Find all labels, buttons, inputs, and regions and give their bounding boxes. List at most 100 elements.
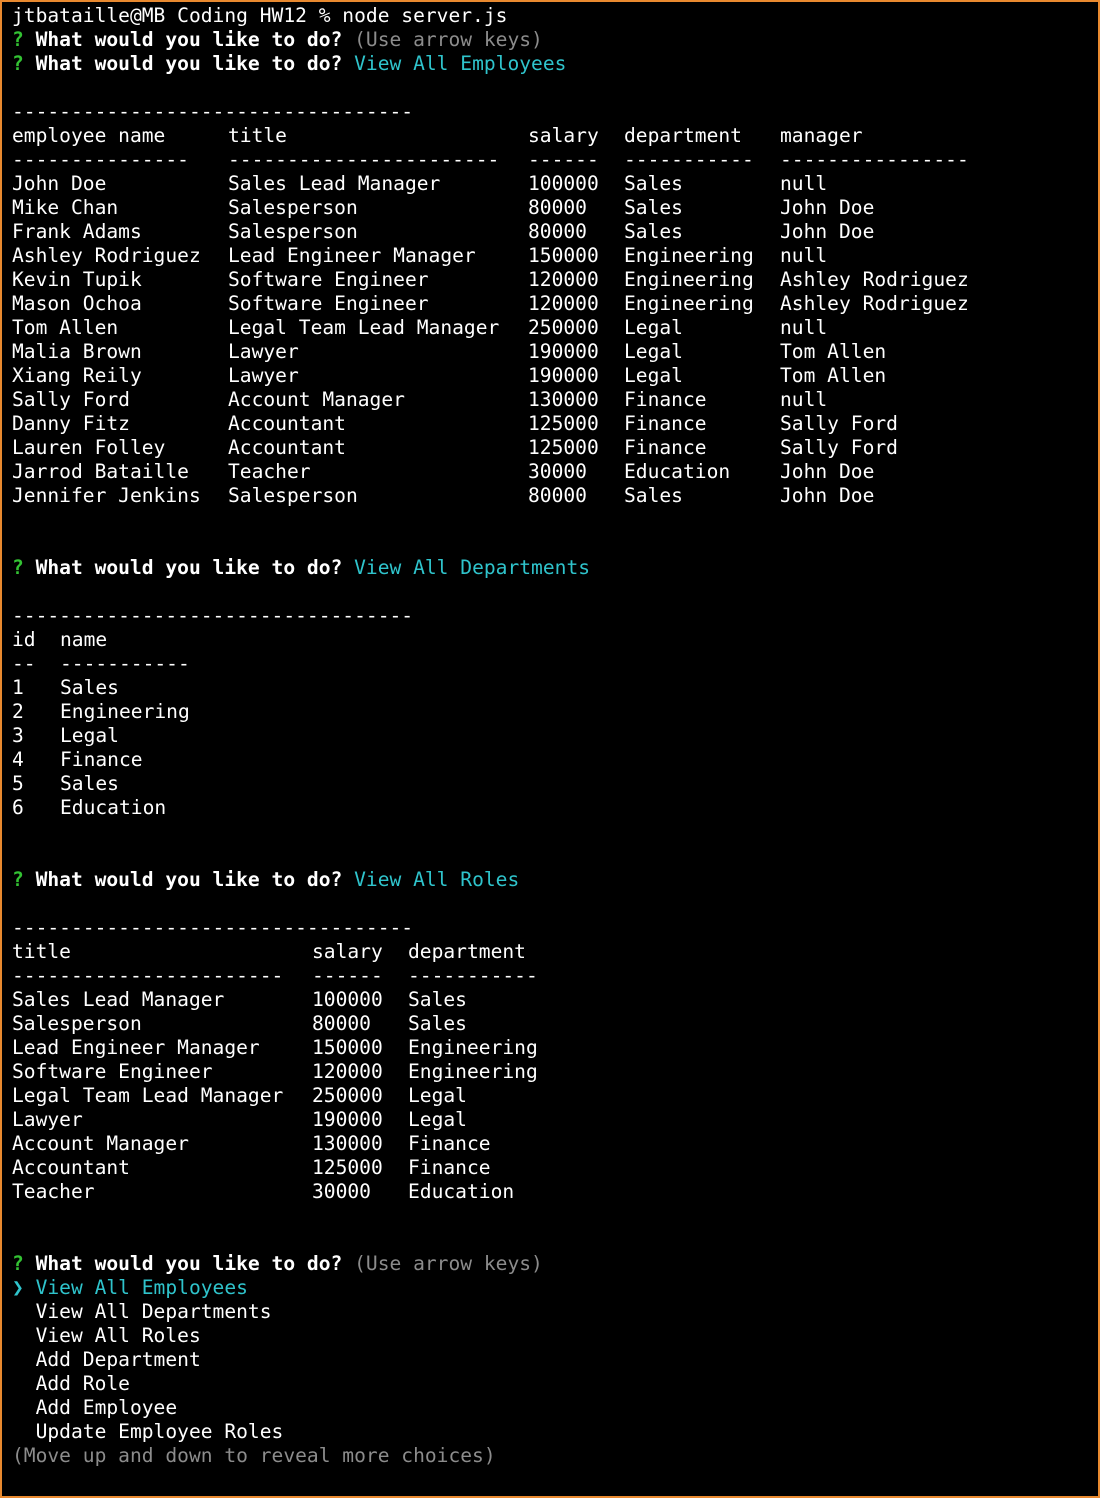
table-cell: Sales (624, 172, 683, 195)
table-row: 2 Engineering (12, 700, 1098, 724)
table-cell: manager (780, 124, 863, 147)
answer-text: View All Departments (354, 556, 591, 579)
table-cell: 190000 (312, 1108, 383, 1131)
table-cell: Finance (624, 436, 707, 459)
menu-item[interactable]: View All Departments (12, 1300, 1098, 1324)
table-row: Kevin Tupik Software Engineer 120000 Engine… (12, 268, 1098, 292)
table-cell: Sales (408, 1012, 467, 1035)
table-cell: Accountant (12, 1156, 130, 1179)
table-cell: -- (12, 652, 36, 675)
table-cell: Sales (60, 676, 119, 699)
table-cell: Account Manager (12, 1132, 189, 1155)
table-cell: Finance (624, 412, 707, 435)
menu-item-label: Add Department (35, 1348, 201, 1371)
question-text: What would you like to do? (35, 52, 343, 75)
table-cell: Tom Allen (12, 316, 119, 339)
table-cell: 120000 (312, 1060, 383, 1083)
table-cell: Software Engineer (12, 1060, 213, 1083)
table-cell: null (780, 172, 828, 195)
question-mark: ? (12, 1252, 24, 1275)
menu-item[interactable]: Add Department (12, 1348, 1098, 1372)
menu-indent (12, 1348, 36, 1371)
table-cell: 125000 (528, 412, 599, 435)
question-text: What would you like to do? (35, 1252, 343, 1275)
table-cell: Salesperson (228, 196, 358, 219)
table-cell: Accountant (228, 436, 346, 459)
table-cell: Frank Adams (12, 220, 142, 243)
table-row: Danny Fitz Accountant 125000 Finance Sally F… (12, 412, 1098, 436)
table-cell: 120000 (528, 268, 599, 291)
table-row: Malia Brown Lawyer 190000 Legal Tom Allen (12, 340, 1098, 364)
table-cell: Account Manager (228, 388, 405, 411)
menu-item[interactable]: ❯ View All Employees (12, 1276, 1098, 1300)
table-cell: Danny Fitz (12, 412, 130, 435)
table-cell: 190000 (528, 364, 599, 387)
table-cell: Accountant (228, 412, 346, 435)
table-cell: Lawyer (12, 1108, 83, 1131)
table-cell: Finance (408, 1132, 491, 1155)
menu-item[interactable]: View All Roles (12, 1324, 1098, 1348)
question-text: What would you like to do? (35, 28, 343, 51)
table-cell: Lauren Folley (12, 436, 166, 459)
table-row: Lauren Folley Accountant 125000 Finance Sall… (12, 436, 1098, 460)
menu-item[interactable]: Add Employee (12, 1396, 1098, 1420)
question-mark: ? (12, 868, 24, 891)
table-cell: Sally Ford (780, 436, 898, 459)
table-cell: null (780, 316, 828, 339)
table-cell: Engineering (408, 1060, 538, 1083)
table-cell: Legal (60, 724, 119, 747)
table-row: Lead Engineer Manager 150000 Engineering (12, 1036, 1098, 1060)
menu-item-label: Update Employee Roles (35, 1420, 284, 1443)
table-cell: Legal (624, 364, 683, 387)
table-cell: 125000 (528, 436, 599, 459)
menu-item[interactable]: Add Role (12, 1372, 1098, 1396)
question-mark: ? (12, 28, 24, 51)
table-cell: ----------- (624, 148, 754, 171)
table-row: Jennifer Jenkins Salesperson 80000 Sales Joh… (12, 484, 1098, 508)
table-cell: Legal (624, 316, 683, 339)
table-cell: Engineering (60, 700, 190, 723)
table-cell: --------------- (12, 148, 189, 171)
table-cell: Education (408, 1180, 515, 1203)
table-cell: ----------- (408, 964, 538, 987)
table-cell: Legal (408, 1108, 467, 1131)
table-cell: ---------------- (780, 148, 969, 171)
departments-table: id name -- ----------- 1 Sales 2 Engineering 3 Le… (12, 628, 1098, 820)
menu-indent (12, 1300, 36, 1323)
table-cell: 250000 (528, 316, 599, 339)
table-cell: Teacher (12, 1180, 95, 1203)
question-mark: ? (12, 556, 24, 579)
table-cell: Legal Team Lead Manager (12, 1084, 284, 1107)
table-row: Xiang Reily Lawyer 190000 Legal Tom Allen (12, 364, 1098, 388)
prompt-line-2: ? What would you like to do? View All Em… (12, 52, 1098, 76)
table-cell: 2 (12, 700, 24, 723)
table-cell: Xiang Reily (12, 364, 142, 387)
table-cell: Sales Lead Manager (228, 172, 441, 195)
menu-item-label: Add Employee (35, 1396, 178, 1419)
menu-indent (12, 1372, 36, 1395)
table-cell: 80000 (528, 220, 587, 243)
table-cell: 250000 (312, 1084, 383, 1107)
menu-item[interactable]: Update Employee Roles (12, 1420, 1098, 1444)
table-cell: John Doe (780, 460, 875, 483)
table-row: Frank Adams Salesperson 80000 Sales John Doe (12, 220, 1098, 244)
table-cell: 30000 (528, 460, 587, 483)
table-cell: 80000 (312, 1012, 371, 1035)
table-cell: Sales (624, 484, 683, 507)
table-cell: 1 (12, 676, 24, 699)
table-row: 4 Finance (12, 748, 1098, 772)
table-row: Salesperson 80000 Sales (12, 1012, 1098, 1036)
table-cell: 6 (12, 796, 24, 819)
prompt-line-4: ? What would you like to do? View All Ro… (12, 868, 1098, 892)
hint-text: (Use arrow keys) (354, 28, 543, 51)
table-row: 3 Legal (12, 724, 1098, 748)
table-cell: ----------- (60, 652, 190, 675)
table-cell: 130000 (312, 1132, 383, 1155)
table-cell: Lead Engineer Manager (12, 1036, 260, 1059)
table-cell: null (780, 388, 828, 411)
table-cell: Mason Ochoa (12, 292, 142, 315)
table-cell: title (12, 940, 71, 963)
table-cell: 120000 (528, 292, 599, 315)
table-row: Accountant 125000 Finance (12, 1156, 1098, 1180)
table-cell: Sales Lead Manager (12, 988, 225, 1011)
